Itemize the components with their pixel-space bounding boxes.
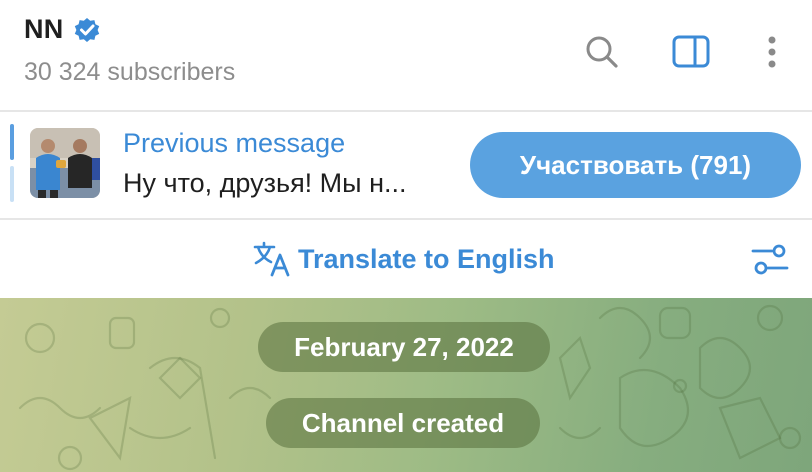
sidebar-toggle-icon[interactable]	[669, 30, 713, 74]
settings-sliders-icon[interactable]	[748, 238, 792, 282]
search-icon[interactable]	[580, 30, 624, 74]
pinned-indicator-inactive	[10, 166, 14, 202]
service-message: Channel created	[266, 398, 540, 448]
chat-background: February 27, 2022 Channel created	[0, 298, 812, 472]
pinned-message-title: Previous message	[123, 128, 346, 158]
translate-label: Translate to English	[298, 243, 555, 274]
pinned-message-text: Ну что, друзья! Мы н...	[123, 168, 407, 198]
pinned-indicator-active	[10, 124, 14, 160]
translate-bar: Translate to English	[0, 220, 812, 298]
chat-header: NN 30 324 subscribers	[0, 0, 812, 110]
subscriber-count: 30 324 subscribers	[24, 58, 236, 86]
date-separator: February 27, 2022	[258, 322, 550, 372]
verified-badge-icon	[72, 15, 102, 45]
channel-title: NN	[24, 14, 64, 44]
pinned-message-thumbnail	[30, 128, 100, 198]
translate-icon	[252, 239, 292, 279]
pinned-message-bar[interactable]: Previous message Ну что, друзья! Мы н...…	[0, 112, 812, 218]
channel-title-row[interactable]: NN	[24, 14, 102, 45]
more-vertical-icon[interactable]	[748, 30, 792, 74]
participate-button[interactable]: Участвовать (791)	[470, 132, 801, 198]
translate-button[interactable]: Translate to English	[252, 238, 555, 280]
